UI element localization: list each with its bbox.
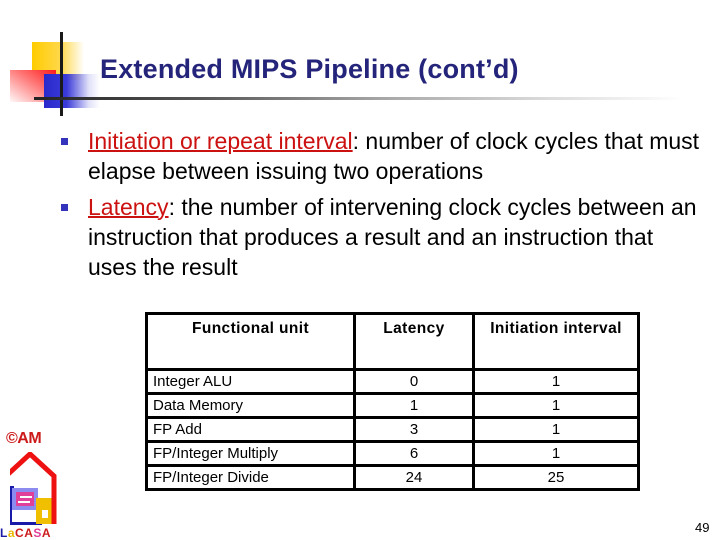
slide-title: Extended MIPS Pipeline (cont’d) xyxy=(100,54,519,84)
cell-initiation-interval: 1 xyxy=(472,440,640,467)
bullet-list: Initiation or repeat interval: number of… xyxy=(60,126,700,288)
cell-functional-unit: Data Memory xyxy=(145,392,356,419)
header-initiation-interval: Initiation interval xyxy=(472,312,640,371)
cell-functional-unit: FP Add xyxy=(145,416,356,443)
logo-letter: A xyxy=(41,526,52,540)
bullet-item-latency: Latency: the number of intervening clock… xyxy=(60,192,700,282)
logo-letter: S xyxy=(33,526,42,540)
copyright-mark: ©AM xyxy=(6,430,42,447)
cell-initiation-interval: 25 xyxy=(472,464,640,491)
header-functional-unit: Functional unit xyxy=(145,312,356,371)
cell-initiation-interval: 1 xyxy=(472,416,640,443)
table-header-row: Functional unit Latency Initiation inter… xyxy=(145,312,640,371)
table-row: Data Memory 1 1 xyxy=(145,392,640,419)
table-row: FP Add 3 1 xyxy=(145,416,640,443)
table-row: FP/Integer Divide 24 25 xyxy=(145,464,640,491)
house-icon xyxy=(10,452,57,525)
logo-name: LaCASA xyxy=(0,526,51,540)
header-latency: Latency xyxy=(353,312,475,371)
cell-latency: 24 xyxy=(353,464,475,491)
functional-unit-table: Functional unit Latency Initiation inter… xyxy=(145,312,640,491)
logo-letter: A xyxy=(24,526,34,540)
cell-latency: 0 xyxy=(353,368,475,395)
page-number: 49 xyxy=(695,520,710,535)
cell-latency: 1 xyxy=(353,392,475,419)
decorative-blue-square xyxy=(44,74,100,108)
table-row: Integer ALU 0 1 xyxy=(145,368,640,395)
logo-pink-block xyxy=(16,492,34,506)
cell-latency: 6 xyxy=(353,440,475,467)
logo-letter: C xyxy=(15,526,25,540)
lacasa-logo: ©AM LaCASA xyxy=(0,430,62,540)
square-bullet-icon xyxy=(61,138,68,145)
bullet-item-initiation-interval: Initiation or repeat interval: number of… xyxy=(60,126,700,186)
square-bullet-icon xyxy=(61,204,68,211)
term-initiation-interval: Initiation or repeat interval xyxy=(88,128,353,154)
term-latency: Latency xyxy=(88,194,169,220)
table-row: FP/Integer Multiply 6 1 xyxy=(145,440,640,467)
bullet-text: : the number of intervening clock cycles… xyxy=(88,194,697,280)
title-underline-rule xyxy=(34,97,684,100)
cell-functional-unit: Integer ALU xyxy=(145,368,356,395)
logo-letter: a xyxy=(7,526,16,540)
cell-initiation-interval: 1 xyxy=(472,368,640,395)
cell-functional-unit: FP/Integer Divide xyxy=(145,464,356,491)
decorative-vertical-line xyxy=(60,32,63,116)
logo-letter: L xyxy=(0,526,8,540)
cell-latency: 3 xyxy=(353,416,475,443)
cell-initiation-interval: 1 xyxy=(472,392,640,419)
cell-functional-unit: FP/Integer Multiply xyxy=(145,440,356,467)
